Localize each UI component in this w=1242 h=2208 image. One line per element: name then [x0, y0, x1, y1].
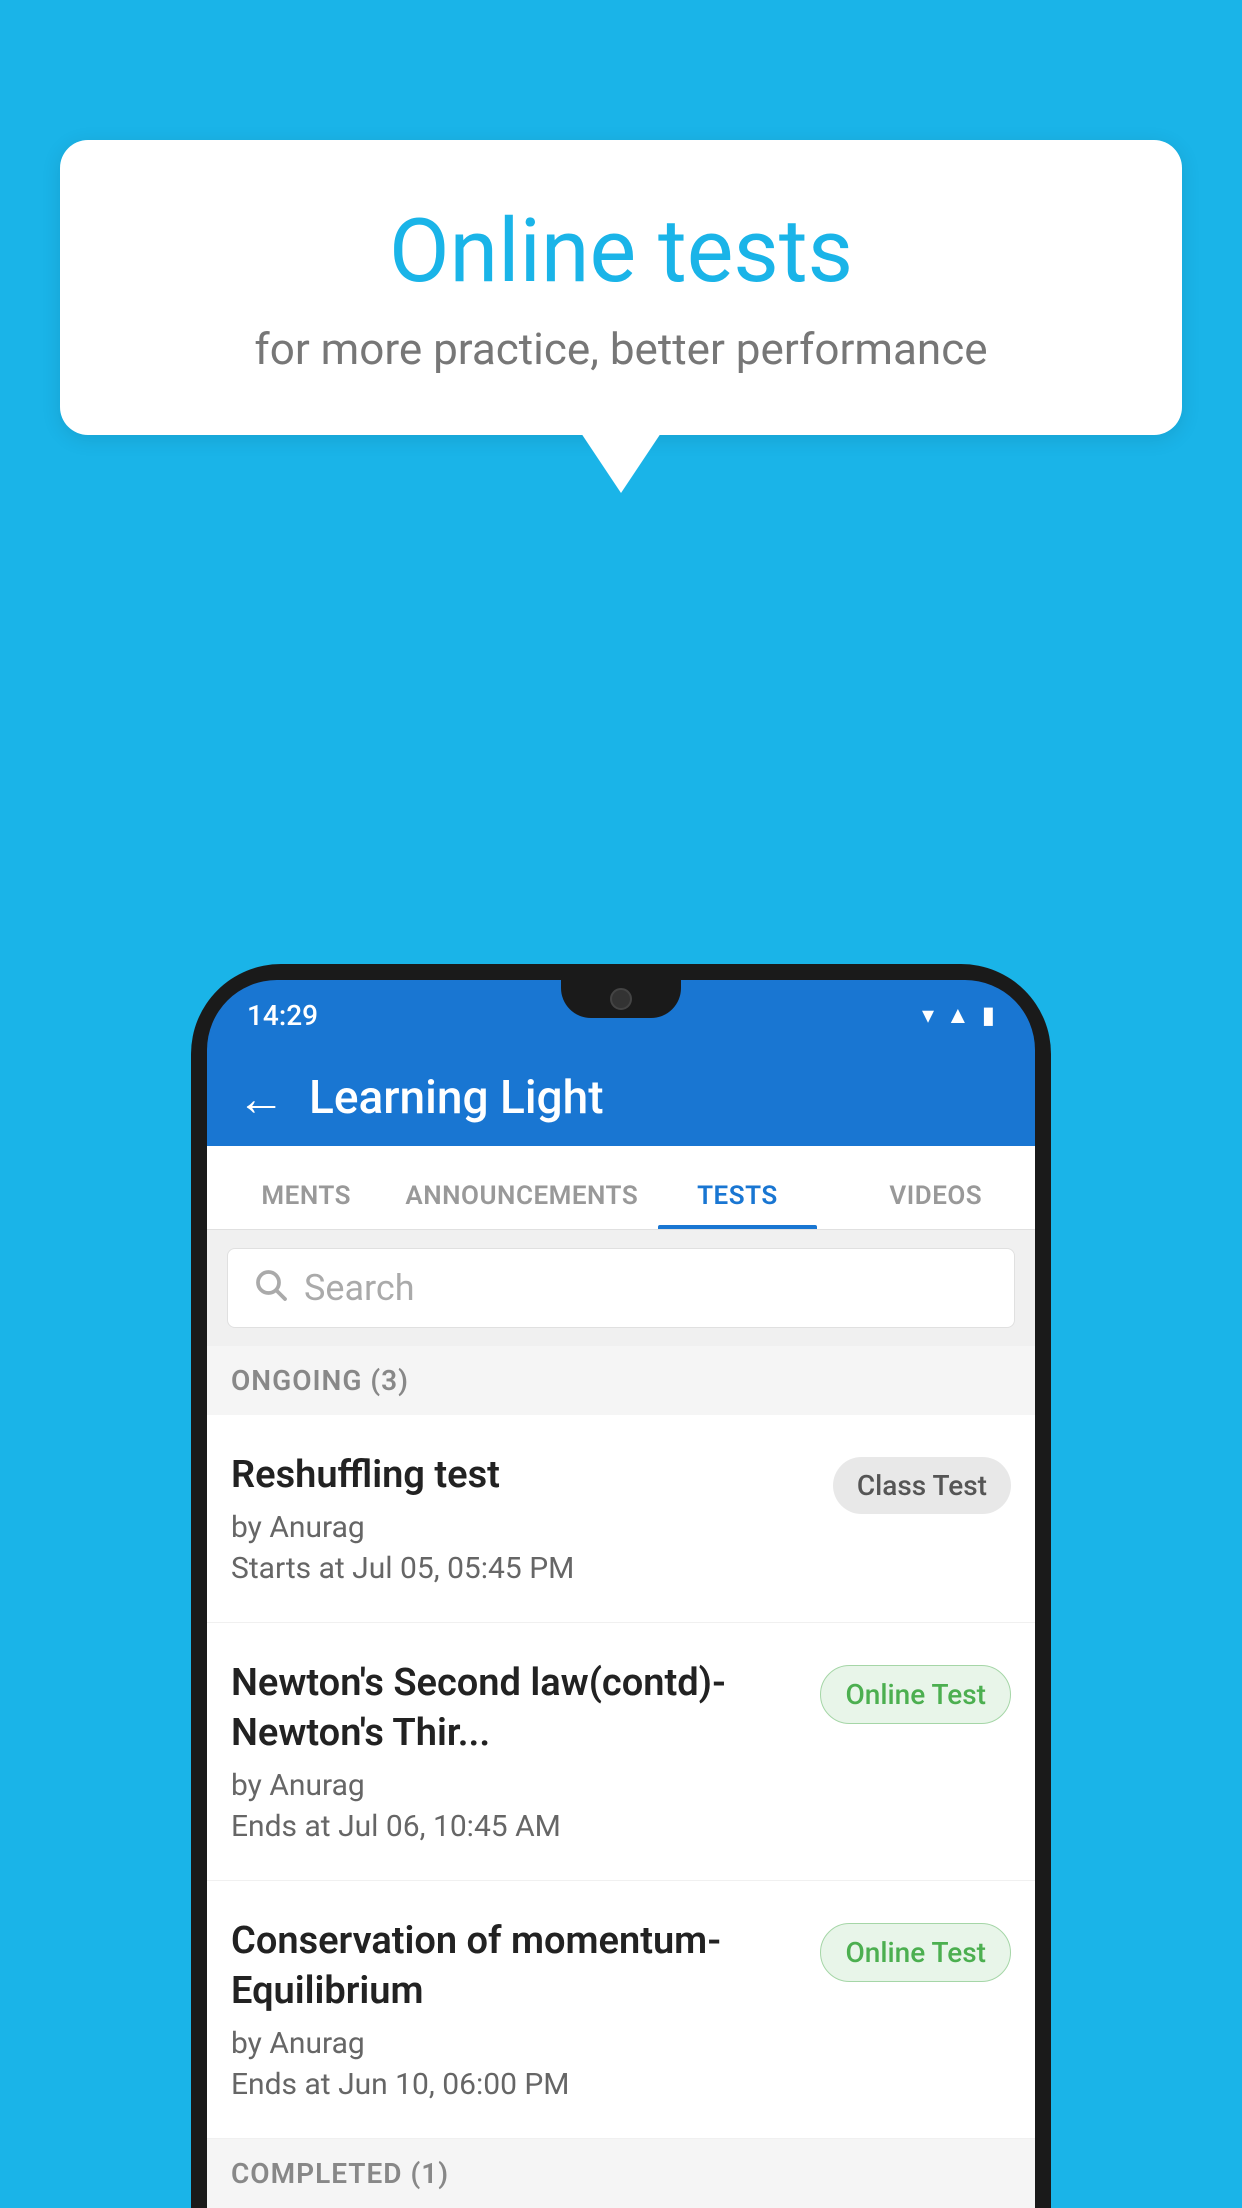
tab-videos[interactable]: VIDEOS — [837, 1181, 1035, 1229]
content-area: ONGOING (3) Reshuffling test by Anurag S… — [207, 1346, 1035, 2208]
signal-icon: ▲ — [946, 1001, 970, 1030]
completed-section-header: COMPLETED (1) — [207, 2139, 1035, 2208]
phone-notch — [561, 980, 681, 1018]
test-time-3: Ends at Jun 10, 06:00 PM — [231, 2067, 800, 2102]
test-author-2: by Anurag — [231, 1768, 800, 1803]
search-container: Search — [207, 1230, 1035, 1346]
phone-wrapper: 14:29 ▾ ▲ ▮ ← Learning Light MENTS ANNOU… — [191, 964, 1051, 2208]
test-info-2: Newton's Second law(contd)-Newton's Thir… — [231, 1659, 820, 1844]
status-icons: ▾ ▲ ▮ — [922, 1001, 995, 1030]
battery-icon: ▮ — [982, 1001, 995, 1029]
app-title: Learning Light — [309, 1071, 604, 1125]
test-name-2: Newton's Second law(contd)-Newton's Thir… — [231, 1659, 800, 1758]
test-author-3: by Anurag — [231, 2026, 800, 2061]
test-badge-3: Online Test — [820, 1923, 1011, 1982]
test-badge-2: Online Test — [820, 1665, 1011, 1724]
test-badge-1: Class Test — [833, 1457, 1011, 1514]
status-bar: 14:29 ▾ ▲ ▮ — [207, 980, 1035, 1050]
phone-camera — [610, 988, 632, 1010]
search-input-placeholder: Search — [304, 1267, 415, 1309]
back-button[interactable]: ← — [237, 1070, 285, 1127]
test-time-1: Starts at Jul 05, 05:45 PM — [231, 1551, 813, 1586]
tab-ments[interactable]: MENTS — [207, 1181, 405, 1229]
test-info-3: Conservation of momentum-Equilibrium by … — [231, 1917, 820, 2102]
tab-announcements[interactable]: ANNOUNCEMENTS — [405, 1181, 638, 1229]
test-author-1: by Anurag — [231, 1510, 813, 1545]
speech-bubble-title: Online tests — [140, 200, 1102, 303]
speech-bubble-container: Online tests for more practice, better p… — [60, 140, 1182, 493]
test-name-3: Conservation of momentum-Equilibrium — [231, 1917, 800, 2016]
test-item-2[interactable]: Newton's Second law(contd)-Newton's Thir… — [207, 1623, 1035, 1881]
phone-outer: 14:29 ▾ ▲ ▮ ← Learning Light MENTS ANNOU… — [191, 964, 1051, 2208]
tab-tests[interactable]: TESTS — [638, 1181, 836, 1229]
test-item-1[interactable]: Reshuffling test by Anurag Starts at Jul… — [207, 1415, 1035, 1623]
speech-bubble-subtitle: for more practice, better performance — [140, 323, 1102, 375]
ongoing-section-header: ONGOING (3) — [207, 1346, 1035, 1415]
test-info-1: Reshuffling test by Anurag Starts at Jul… — [231, 1451, 833, 1586]
search-bar[interactable]: Search — [227, 1248, 1015, 1328]
status-time: 14:29 — [247, 999, 318, 1032]
test-name-1: Reshuffling test — [231, 1451, 813, 1500]
tabs-bar: MENTS ANNOUNCEMENTS TESTS VIDEOS — [207, 1146, 1035, 1230]
speech-bubble-arrow — [581, 433, 661, 493]
test-item-3[interactable]: Conservation of momentum-Equilibrium by … — [207, 1881, 1035, 2139]
test-time-2: Ends at Jul 06, 10:45 AM — [231, 1809, 800, 1844]
wifi-icon: ▾ — [922, 1001, 934, 1029]
app-header: ← Learning Light — [207, 1050, 1035, 1146]
search-icon — [252, 1266, 288, 1311]
speech-bubble: Online tests for more practice, better p… — [60, 140, 1182, 435]
